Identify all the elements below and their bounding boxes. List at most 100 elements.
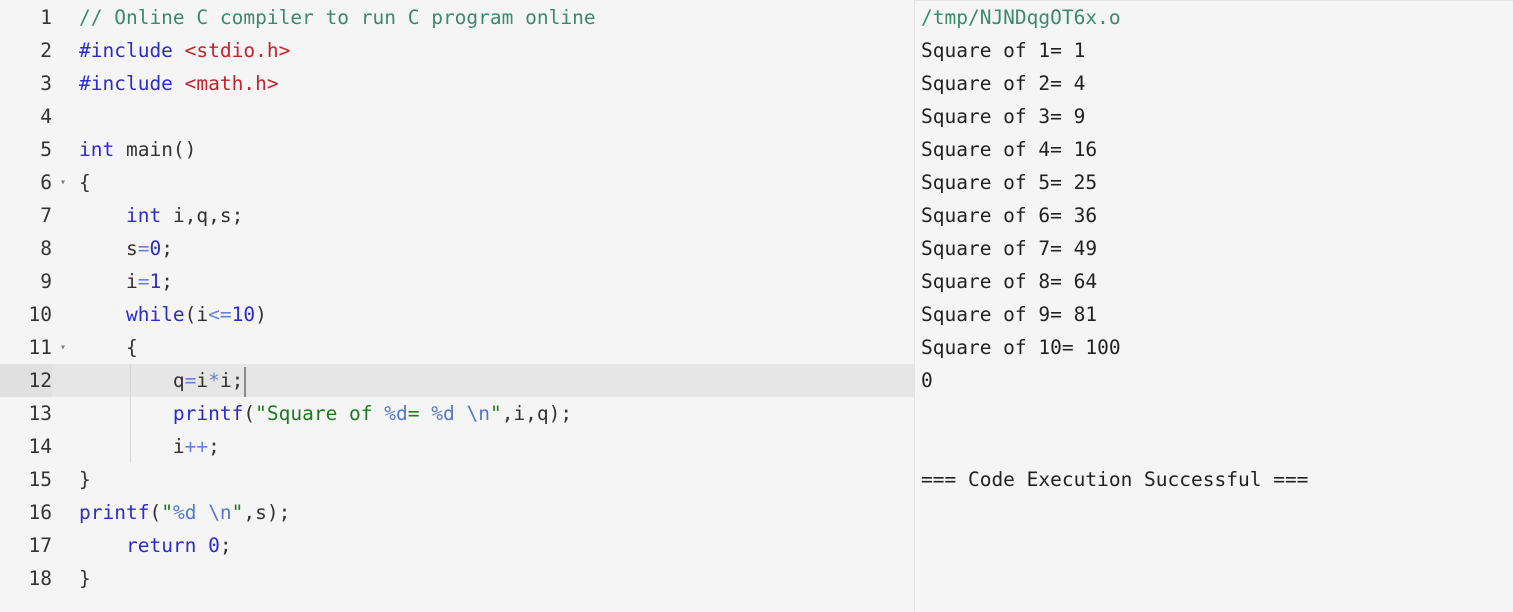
output-line: Square of 6= 36 — [921, 204, 1098, 227]
code-text[interactable]: printf("Square of %d= %d \n",i,q); — [79, 397, 914, 430]
code-token: i — [196, 369, 209, 392]
code-token: q — [172, 369, 185, 392]
code-line[interactable]: 5 int main() — [0, 133, 914, 166]
code-line[interactable]: 18} — [0, 562, 914, 595]
code-line[interactable]: 7 int i,q,s; — [0, 199, 914, 232]
code-token: ,i,q); — [501, 402, 573, 425]
code-text[interactable]: s=0; — [79, 232, 914, 265]
code-editor[interactable]: 1 // Online C compiler to run C program o… — [0, 0, 915, 612]
code-token: i — [125, 270, 138, 293]
code-line[interactable]: 10 while(i<=10) — [0, 298, 914, 331]
code-text[interactable]: q=i*i; — [79, 364, 914, 397]
code-line[interactable]: 11 ▾ { — [0, 331, 914, 364]
code-line[interactable]: 17 return 0; — [0, 529, 914, 562]
code-line[interactable]: 6 ▾{ — [0, 166, 914, 199]
code-token: int — [79, 138, 115, 161]
compiler-app: 1 // Online C compiler to run C program o… — [0, 0, 1513, 612]
code-token: = — [184, 369, 197, 392]
code-line[interactable]: 1 // Online C compiler to run C program o… — [0, 1, 914, 34]
code-token: %d — [431, 402, 455, 425]
line-number: 6 — [40, 171, 52, 194]
output-line: Square of 7= 49 — [921, 237, 1098, 260]
code-text[interactable]: while(i<=10) — [79, 298, 914, 331]
code-token: 1 — [149, 270, 162, 293]
indent-guide — [129, 430, 131, 463]
code-line[interactable]: 2 #include <stdio.h> — [0, 34, 914, 67]
code-lines[interactable]: 1 // Online C compiler to run C program o… — [0, 1, 914, 595]
code-text[interactable]: int main() — [79, 133, 914, 166]
code-token: %d — [384, 402, 408, 425]
code-line[interactable]: 14 i++; — [0, 430, 914, 463]
code-token: \n — [466, 402, 490, 425]
code-line[interactable]: 12 q=i*i; — [0, 364, 914, 397]
code-line[interactable]: 3 #include <math.h> — [0, 67, 914, 100]
line-number: 3 — [40, 72, 52, 95]
fold-toggle-icon[interactable]: ▾ — [52, 166, 79, 199]
code-text[interactable]: } — [79, 463, 914, 496]
code-text[interactable]: // Online C compiler to run C program on… — [79, 1, 914, 34]
code-text[interactable]: i=1; — [79, 265, 914, 298]
code-text[interactable]: printf("%d \n",s); — [79, 496, 914, 529]
output-line: Square of 1= 1 — [921, 39, 1086, 62]
code-token: printf — [172, 402, 244, 425]
code-line[interactable]: 8 s=0; — [0, 232, 914, 265]
code-line[interactable]: 16 printf("%d \n",s); — [0, 496, 914, 529]
line-number: 11 — [28, 336, 52, 359]
code-text[interactable]: } — [79, 562, 914, 595]
code-token: ; — [208, 435, 220, 458]
code-text[interactable] — [79, 100, 914, 133]
code-token: %d — [172, 501, 197, 524]
code-line[interactable]: 9 i=1; — [0, 265, 914, 298]
code-token: ) — [255, 303, 267, 326]
fold-toggle-icon[interactable]: ▾ — [52, 331, 79, 364]
code-text[interactable]: int i,q,s; — [79, 199, 914, 232]
code-token: " — [231, 501, 244, 524]
line-number: 10 — [28, 303, 52, 326]
code-line[interactable]: 15} — [0, 463, 914, 496]
output-line: Square of 2= 4 — [921, 72, 1086, 95]
output-line: Square of 9= 81 — [921, 303, 1098, 326]
code-token: i; — [219, 369, 244, 392]
line-number: 9 — [40, 270, 52, 293]
code-line[interactable]: 13 printf("Square of %d= %d \n",i,q); — [0, 397, 914, 430]
code-line[interactable]: 4 — [0, 100, 914, 133]
code-text[interactable]: #include <stdio.h> — [79, 34, 914, 67]
code-token: { — [125, 336, 138, 359]
line-number: 1 — [40, 6, 52, 29]
text-cursor — [244, 366, 247, 397]
code-token: (i — [184, 303, 209, 326]
output-panel: /tmp/NJNDqgOT6x.o Square of 1= 1 Square o… — [915, 0, 1513, 612]
output-line: Square of 8= 64 — [921, 270, 1098, 293]
code-token: " — [161, 501, 173, 524]
code-token: #include — [79, 39, 185, 62]
line-number: 14 — [28, 435, 52, 458]
code-text[interactable]: { — [79, 166, 914, 199]
code-token: <= — [208, 303, 232, 326]
code-text[interactable]: #include <math.h> — [79, 67, 914, 100]
output-line: Square of 5= 25 — [921, 171, 1098, 194]
code-token: 0 — [208, 534, 220, 557]
line-number: 5 — [40, 138, 52, 161]
code-text[interactable]: i++; — [79, 430, 914, 463]
code-text[interactable]: { — [79, 331, 914, 364]
code-text[interactable]: return 0; — [79, 529, 914, 562]
